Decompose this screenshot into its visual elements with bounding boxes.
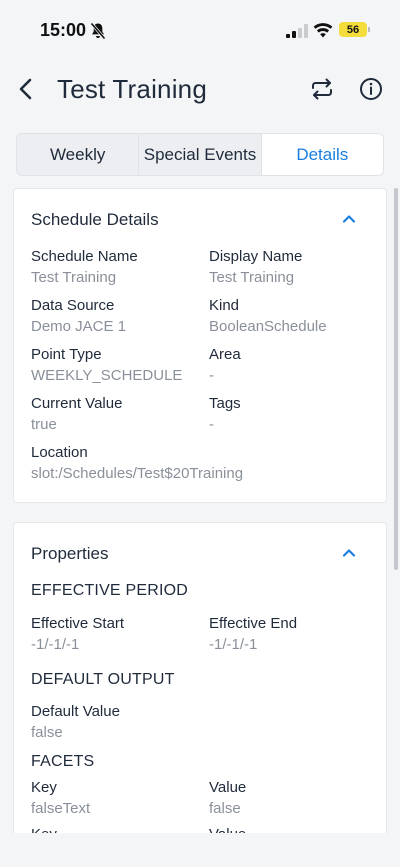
field-value-default-value: false [31, 724, 63, 741]
default-output-heading: DEFAULT OUTPUT [31, 671, 175, 688]
field-label-point-type: Point Type [31, 346, 102, 363]
field-label-effective-start: Effective Start [31, 615, 125, 632]
field-label-data-source: Data Source [31, 297, 115, 314]
chevron-up-icon[interactable] [340, 544, 358, 562]
field-label-tags: Tags [209, 395, 241, 412]
tab-bar: Weekly Special Events Details [16, 133, 384, 176]
field-label-current-value: Current Value [31, 395, 123, 412]
field-value-location: slot:/Schedules/Test$20Training [31, 465, 244, 482]
field-label-area: Area [209, 346, 241, 363]
wifi-icon [313, 23, 333, 38]
field-value-area: - [209, 367, 214, 384]
info-icon[interactable] [359, 77, 383, 101]
schedule-details-title: Schedule Details [31, 210, 159, 229]
bell-off-icon [90, 22, 106, 40]
effective-period-heading: EFFECTIVE PERIOD [31, 582, 188, 599]
field-label-location: Location [31, 444, 88, 461]
battery-indicator: 56 [339, 22, 367, 37]
facet-value-label: Value [209, 779, 247, 796]
properties-card: Properties EFFECTIVE PERIOD Effective St… [13, 522, 387, 867]
field-label-kind: Kind [209, 297, 240, 314]
field-value-current-value: true [31, 416, 57, 433]
status-bar: 15:00 56 [0, 0, 400, 58]
field-value-tags: - [209, 416, 214, 433]
tab-details[interactable]: Details [261, 134, 383, 175]
field-label-effective-end: Effective End [209, 615, 298, 632]
field-value-effective-start: -1/-1/-1 [31, 636, 80, 653]
tab-weekly[interactable]: Weekly [17, 134, 140, 175]
battery-tip [368, 27, 370, 32]
field-label-schedule-name: Schedule Name [31, 248, 138, 265]
chevron-up-icon[interactable] [340, 210, 358, 228]
page-title: Test Training [57, 74, 208, 104]
field-value-effective-end: -1/-1/-1 [209, 636, 258, 653]
scrollbar[interactable] [394, 188, 398, 570]
properties-title: Properties [31, 544, 109, 563]
back-arrow-icon[interactable] [14, 76, 38, 102]
field-value-schedule-name: Test Training [31, 269, 117, 286]
field-label-display-name: Display Name [209, 248, 303, 265]
schedule-details-card: Schedule Details Schedule Name Test Trai… [13, 188, 387, 503]
bottom-mask [0, 833, 400, 867]
facets-heading: FACETS [31, 753, 95, 770]
sync-icon[interactable] [309, 76, 335, 102]
tab-special-events[interactable]: Special Events [139, 134, 262, 175]
field-label-default-value: Default Value [31, 703, 120, 720]
facet-value-value: false [209, 800, 241, 817]
field-value-kind: BooleanSchedule [209, 318, 327, 335]
header: Test Training [0, 62, 400, 118]
facet-key-label: Key [31, 779, 57, 796]
facet-key-value: falseText [31, 800, 91, 817]
cellular-signal-icon [286, 24, 308, 38]
field-value-data-source: Demo JACE 1 [31, 318, 127, 335]
field-value-point-type: WEEKLY_SCHEDULE [31, 367, 183, 384]
field-value-display-name: Test Training [209, 269, 295, 286]
status-time: 15:00 [40, 20, 87, 40]
